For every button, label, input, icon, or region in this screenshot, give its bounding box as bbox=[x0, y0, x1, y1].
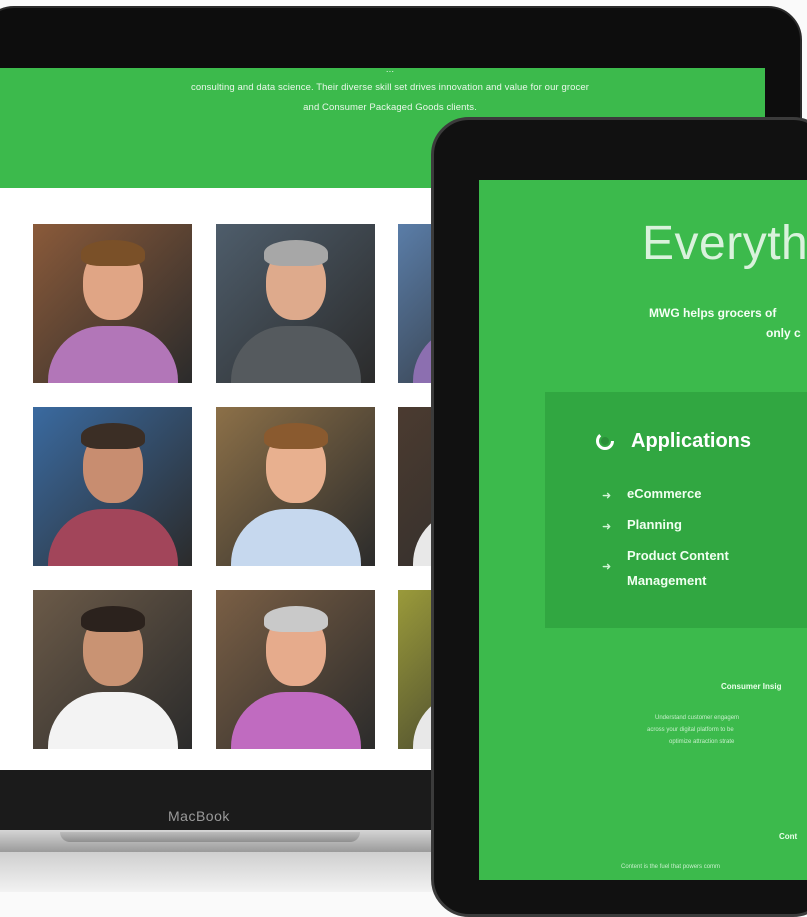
content-section-text: Content is the fuel that powers comm bbox=[621, 864, 721, 870]
applications-icon bbox=[596, 432, 614, 450]
laptop-shadow bbox=[0, 852, 450, 892]
applications-title: Applications bbox=[631, 430, 752, 452]
hero-heading: Everythi bbox=[642, 217, 807, 270]
banner-text-line: and Consumer Packaged Goods clients. bbox=[303, 102, 477, 113]
banner-text-line: consulting and data science. Their diver… bbox=[191, 82, 589, 93]
app-link-ecommerce[interactable]: eCommerce bbox=[627, 486, 701, 501]
consumer-insights-text: Understand customer engagem bbox=[655, 715, 740, 721]
laptop-hinge bbox=[60, 832, 360, 842]
arrow-right-icon: ➜ bbox=[602, 561, 612, 573]
team-member-photo bbox=[216, 224, 375, 383]
intro-text: MWG helps grocers of bbox=[649, 306, 777, 320]
consumer-insights-title: Consumer Insig bbox=[721, 682, 782, 691]
team-member-photo bbox=[216, 407, 375, 566]
applications-card[interactable]: Applications ➜ eCommerce ➜ Planning ➜ Pr… bbox=[545, 392, 807, 628]
intro-text: only c bbox=[766, 326, 801, 340]
team-member-photo bbox=[33, 224, 192, 383]
arrow-right-icon: ➜ bbox=[602, 521, 612, 533]
app-link-management[interactable]: Management bbox=[627, 573, 706, 588]
tablet-screen: Everythi MWG helps grocers of only c App… bbox=[479, 180, 807, 880]
team-member-photo bbox=[216, 590, 375, 749]
team-member-photo bbox=[33, 407, 192, 566]
content-section-title: Cont bbox=[779, 832, 798, 841]
team-member-photo bbox=[33, 590, 192, 749]
arrow-right-icon: ➜ bbox=[602, 490, 612, 502]
consumer-insights-text: across your digital platform to be bbox=[647, 727, 734, 733]
laptop-brand-label: MacBook bbox=[168, 808, 230, 824]
app-link-product-content[interactable]: Product Content bbox=[627, 548, 729, 563]
app-link-planning[interactable]: Planning bbox=[627, 517, 682, 532]
consumer-insights-text: optimize attraction strate bbox=[669, 739, 735, 745]
